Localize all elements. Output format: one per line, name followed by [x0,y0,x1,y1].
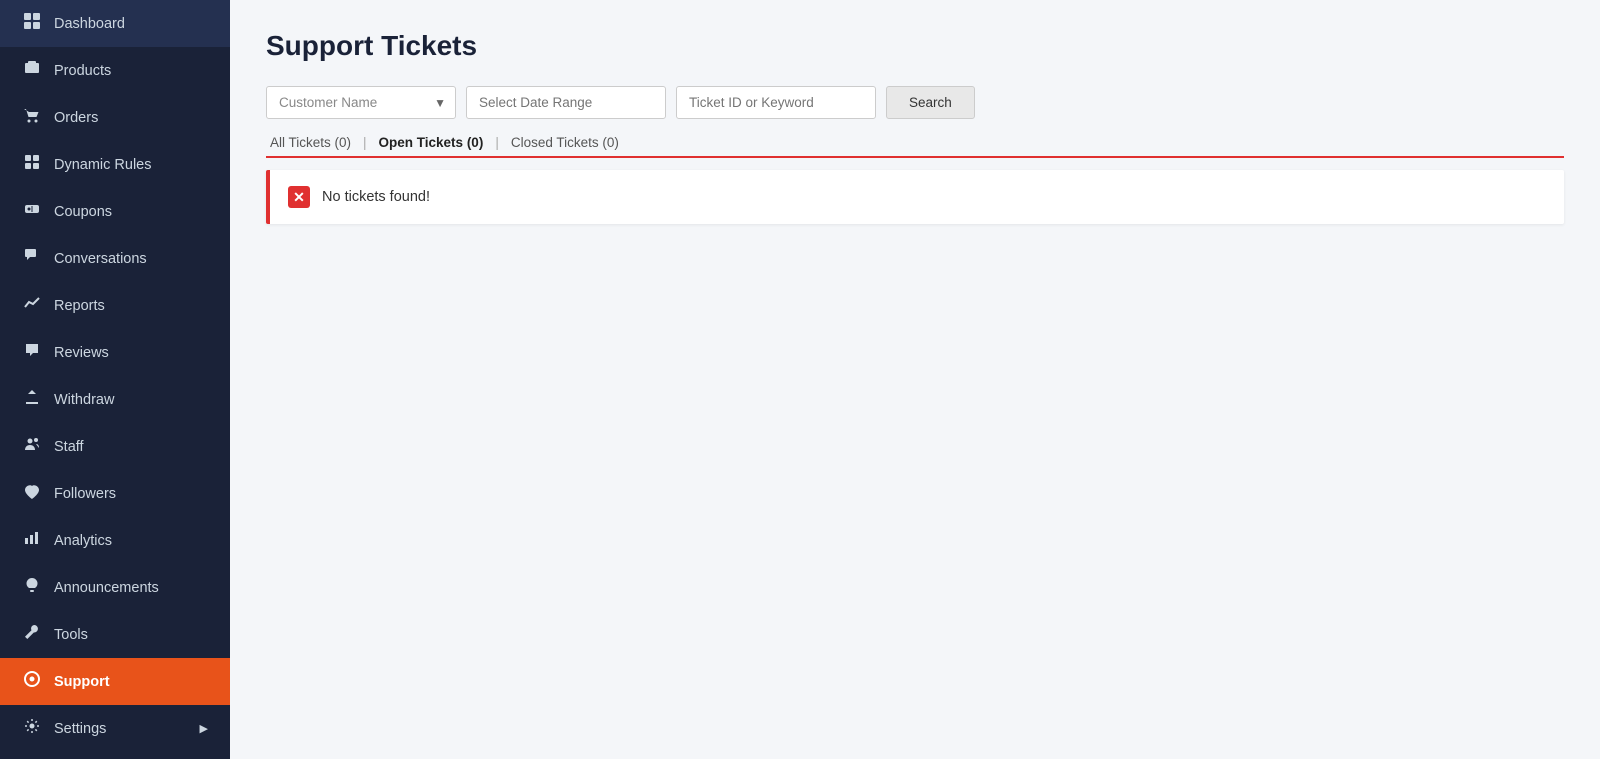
sidebar-item-label-settings: Settings [54,721,188,737]
tools-icon [22,624,42,645]
sidebar-item-label-followers: Followers [54,486,208,502]
sidebar-item-reports[interactable]: Reports [0,282,230,329]
sidebar-item-label-coupons: Coupons [54,204,208,220]
announcements-icon [22,577,42,598]
sidebar-item-orders[interactable]: Orders [0,94,230,141]
main-content: Support Tickets Customer Name ▼ Search A… [230,0,1600,759]
sidebar-item-label-reviews: Reviews [54,345,208,361]
alert-message: No tickets found! [322,189,430,205]
products-icon [22,60,42,81]
sidebar-item-products[interactable]: Products [0,47,230,94]
date-range-input[interactable] [466,86,666,119]
page-title: Support Tickets [266,30,1564,62]
sidebar-item-support[interactable]: Support [0,658,230,705]
sidebar-item-label-staff: Staff [54,439,208,455]
tab-open-tickets[interactable]: Open Tickets (0) [375,135,488,150]
sidebar-item-conversations[interactable]: Conversations [0,235,230,282]
sidebar-item-followers[interactable]: Followers [0,470,230,517]
dashboard-icon [22,13,42,34]
support-icon [22,671,42,692]
sidebar-item-label-conversations: Conversations [54,251,208,267]
sidebar-item-label-announcements: Announcements [54,580,208,596]
tab-closed-tickets[interactable]: Closed Tickets (0) [507,135,623,150]
analytics-icon [22,530,42,551]
sidebar: Dashboard Products Orders Dynamic Rules Coup… [0,0,230,759]
coupons-icon [22,201,42,222]
sidebar-item-label-products: Products [54,63,208,79]
settings-expand-arrow-icon: ▶ [200,722,208,735]
conversations-icon [22,248,42,269]
sidebar-item-analytics[interactable]: Analytics [0,517,230,564]
sidebar-item-tools[interactable]: Tools [0,611,230,658]
sidebar-item-label-withdraw: Withdraw [54,392,208,408]
sidebar-item-label-dashboard: Dashboard [54,16,208,32]
sidebar-item-label-orders: Orders [54,110,208,126]
sidebar-item-label-analytics: Analytics [54,533,208,549]
search-button[interactable]: Search [886,86,975,119]
sidebar-item-label-reports: Reports [54,298,208,314]
sidebar-item-announcements[interactable]: Announcements [0,564,230,611]
sidebar-item-staff[interactable]: Staff [0,423,230,470]
sidebar-item-withdraw[interactable]: Withdraw [0,376,230,423]
followers-icon [22,483,42,504]
alert-close-icon: ✕ [288,186,310,208]
ticket-tabs: All Tickets (0) | Open Tickets (0) | Clo… [266,135,1564,158]
tab-all-tickets[interactable]: All Tickets (0) [266,135,355,150]
customer-name-wrapper: Customer Name ▼ [266,86,456,119]
sidebar-item-label-tools: Tools [54,627,208,643]
sidebar-item-label-dynamic-rules: Dynamic Rules [54,157,208,173]
filter-bar: Customer Name ▼ Search [266,86,1564,119]
staff-icon [22,436,42,457]
reports-icon [22,295,42,316]
withdraw-icon [22,389,42,410]
sidebar-item-settings[interactable]: Settings ▶ [0,705,230,752]
reviews-icon [22,342,42,363]
sidebar-item-dashboard[interactable]: Dashboard [0,0,230,47]
keyword-input[interactable] [676,86,876,119]
sidebar-item-dynamic-rules[interactable]: Dynamic Rules [0,141,230,188]
tab-separator-2: | [495,135,499,150]
sidebar-item-label-support: Support [54,674,208,690]
sidebar-item-reviews[interactable]: Reviews [0,329,230,376]
tab-separator-1: | [363,135,367,150]
sidebar-item-coupons[interactable]: Coupons [0,188,230,235]
customer-name-select[interactable]: Customer Name [266,86,456,119]
no-tickets-alert: ✕ No tickets found! [266,170,1564,224]
dynamic-rules-icon [22,154,42,175]
orders-icon [22,107,42,128]
settings-icon [22,718,42,739]
